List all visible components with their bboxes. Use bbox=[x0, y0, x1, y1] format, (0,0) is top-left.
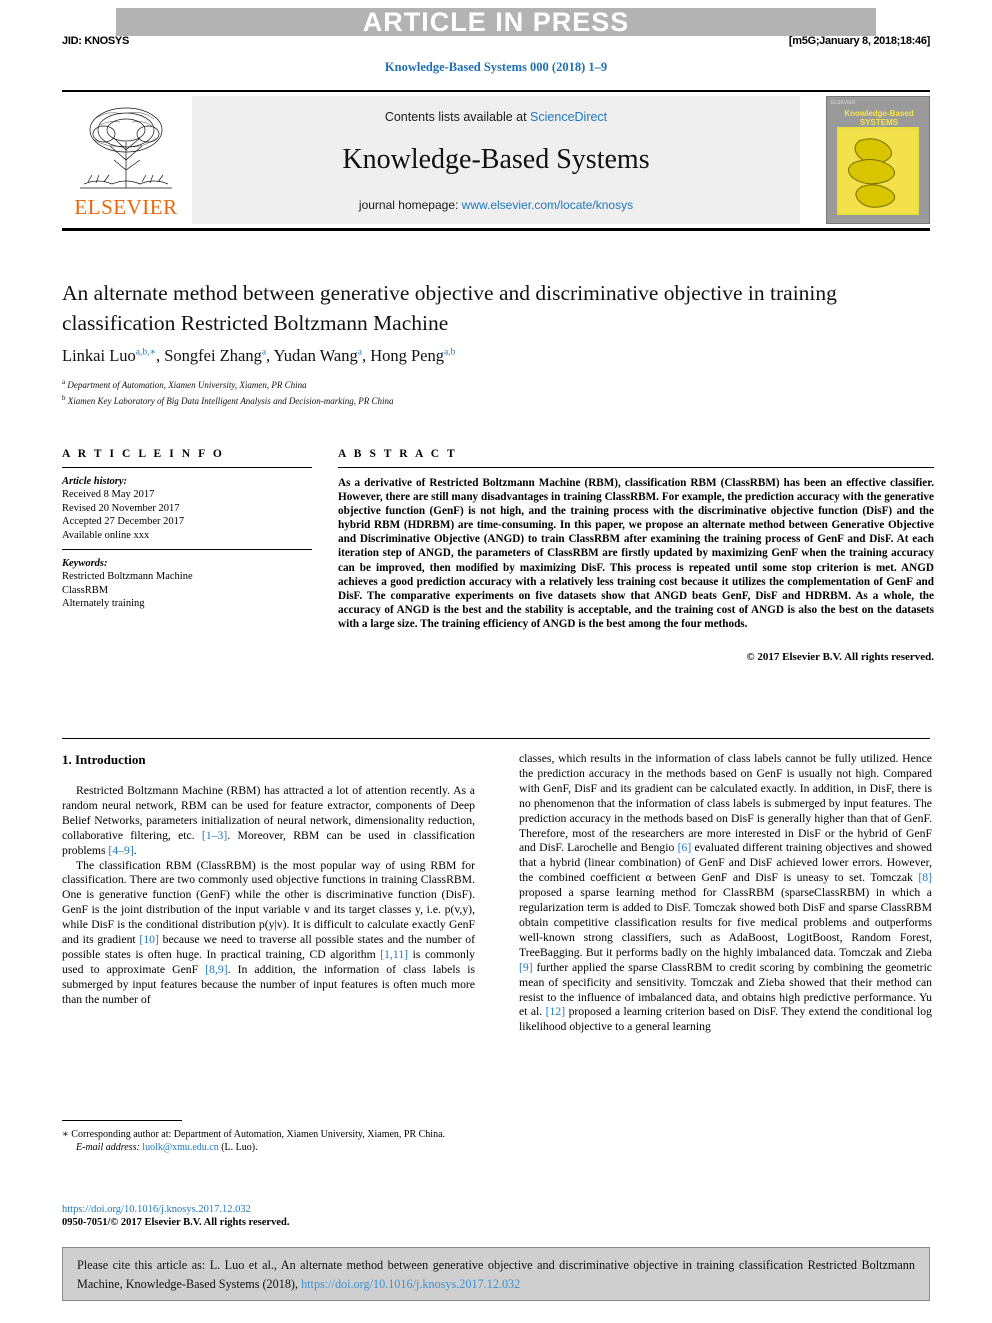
corresponding-author-note: ∗ Corresponding author at: Department of… bbox=[62, 1129, 446, 1140]
article-history-label: Article history: bbox=[62, 476, 128, 487]
masthead-bottom-rule bbox=[62, 228, 930, 231]
cite-this-article-text: Please cite this article as: L. Luo et a… bbox=[77, 1256, 915, 1294]
keywords-block: Keywords: Restricted Boltzmann Machine C… bbox=[62, 557, 312, 611]
contents-available-line: Contents lists available at ScienceDirec… bbox=[192, 110, 800, 124]
journal-cover-thumbnail: ELSEVIER Knowledge-Based SYSTEMS bbox=[826, 96, 930, 224]
affiliation-b-text: Xiamen Key Laboratory of Big Data Intell… bbox=[67, 395, 394, 406]
paragraph: classes, which results in the informatio… bbox=[519, 752, 932, 1034]
abstract-column: A B S T R A C T As a derivative of Restr… bbox=[338, 448, 934, 663]
affiliation-b: b Xiamen Key Laboratory of Big Data Inte… bbox=[62, 393, 394, 406]
keywords-label: Keywords: bbox=[62, 558, 108, 570]
article-in-press-label: ARTICLE IN PRESS bbox=[362, 7, 630, 37]
paragraph: Restricted Boltzmann Machine (RBM) has a… bbox=[62, 784, 475, 857]
page-title: An alternate method between generative o… bbox=[62, 281, 837, 335]
author-list: Linkai Luoa,b,∗, Songfei Zhanga, Yudan W… bbox=[62, 346, 456, 365]
article-history-item: Revised 20 November 2017 bbox=[62, 502, 180, 514]
sciencedirect-link[interactable]: ScienceDirect bbox=[530, 110, 607, 124]
cover-corner-logo: ELSEVIER bbox=[831, 100, 856, 106]
journal-title: Knowledge-Based Systems bbox=[342, 144, 650, 175]
article-info-rule-mid bbox=[62, 549, 312, 551]
cover-journal-title: Knowledge-Based SYSTEMS bbox=[844, 109, 914, 127]
article-in-press-banner: ARTICLE IN PRESS bbox=[116, 8, 876, 36]
contents-prefix-text: Contents lists available at bbox=[384, 110, 531, 124]
doi-link[interactable]: https://doi.org/10.1016/j.knosys.2017.12… bbox=[62, 1203, 251, 1216]
keyword-item: Restricted Boltzmann Machine bbox=[62, 571, 193, 583]
journal-homepage-link[interactable]: www.elsevier.com/locate/knosys bbox=[462, 198, 633, 212]
cite-doi-link[interactable]: https://doi.org/10.1016/j.knosys.2017.12… bbox=[301, 1277, 520, 1291]
section-heading-introduction: 1. Introduction bbox=[62, 752, 146, 767]
elsevier-wordmark: ELSEVIER bbox=[74, 195, 178, 219]
affiliations: a Department of Automation, Xiamen Unive… bbox=[62, 376, 882, 407]
journal-reference-line: Knowledge-Based Systems 000 (2018) 1–9 bbox=[384, 60, 608, 74]
paper-page: ARTICLE IN PRESS JID: KNOSYS [m5G;Januar… bbox=[0, 0, 992, 1323]
article-info-column: A R T I C L E I N F O Article history: R… bbox=[62, 448, 312, 611]
paragraph: The classification RBM (ClassRBM) is the… bbox=[62, 858, 475, 1006]
body-separator-rule bbox=[62, 738, 930, 739]
keyword-item: Alternately training bbox=[62, 598, 145, 610]
issn-copyright-line: 0950-7051/© 2017 Elsevier B.V. All right… bbox=[62, 1217, 290, 1228]
article-history-item: Received 8 May 2017 bbox=[62, 489, 155, 501]
footnote-block: ∗ Corresponding author at: Department of… bbox=[62, 1120, 475, 1154]
abstract-text: As a derivative of Restricted Boltzmann … bbox=[338, 477, 934, 630]
article-history-item: Available online xxx bbox=[62, 529, 150, 541]
article-info-rule-top bbox=[62, 467, 312, 468]
elsevier-logo: ELSEVIER bbox=[62, 96, 190, 224]
journal-masthead: ELSEVIER Contents lists available at Sci… bbox=[62, 96, 930, 224]
journal-homepage-line: journal homepage: www.elsevier.com/locat… bbox=[192, 198, 800, 212]
body-column-left: 1. Introduction Restricted Boltzmann Mac… bbox=[62, 752, 475, 1008]
masthead-top-rule bbox=[62, 90, 930, 92]
cover-artwork-icon bbox=[848, 138, 896, 208]
footnote-rule bbox=[62, 1120, 182, 1121]
abstract-heading: A B S T R A C T bbox=[338, 448, 458, 460]
affiliation-a-text: Department of Automation, Xiamen Univers… bbox=[67, 380, 307, 390]
email-label: E-mail address: bbox=[76, 1142, 140, 1153]
homepage-prefix-text: journal homepage: bbox=[358, 198, 462, 212]
article-history-block: Article history: Received 8 May 2017 Rev… bbox=[62, 475, 312, 542]
affiliation-a: a Department of Automation, Xiamen Unive… bbox=[62, 378, 307, 390]
email-note: E-mail address: luolk@xmu.edu.cn (L. Luo… bbox=[62, 1141, 475, 1154]
contents-panel: Contents lists available at ScienceDirec… bbox=[192, 96, 800, 224]
body-column-right: classes, which results in the informatio… bbox=[519, 752, 932, 1035]
typesetter-stamp: [m5G;January 8, 2018;18:46] bbox=[788, 35, 930, 47]
cite-this-article-box: Please cite this article as: L. Luo et a… bbox=[62, 1247, 930, 1301]
journal-id-label: JID: KNOSYS bbox=[62, 35, 129, 47]
article-info-heading: A R T I C L E I N F O bbox=[62, 448, 225, 460]
article-history-item: Accepted 27 December 2017 bbox=[62, 516, 185, 528]
email-link[interactable]: luolk@xmu.edu.cn bbox=[142, 1142, 218, 1153]
email-suffix: (L. Luo). bbox=[218, 1142, 258, 1153]
elsevier-tree-icon bbox=[80, 107, 172, 189]
keyword-item: ClassRBM bbox=[62, 584, 109, 596]
abstract-copyright: © 2017 Elsevier B.V. All rights reserved… bbox=[746, 651, 934, 664]
abstract-rule bbox=[338, 467, 934, 468]
